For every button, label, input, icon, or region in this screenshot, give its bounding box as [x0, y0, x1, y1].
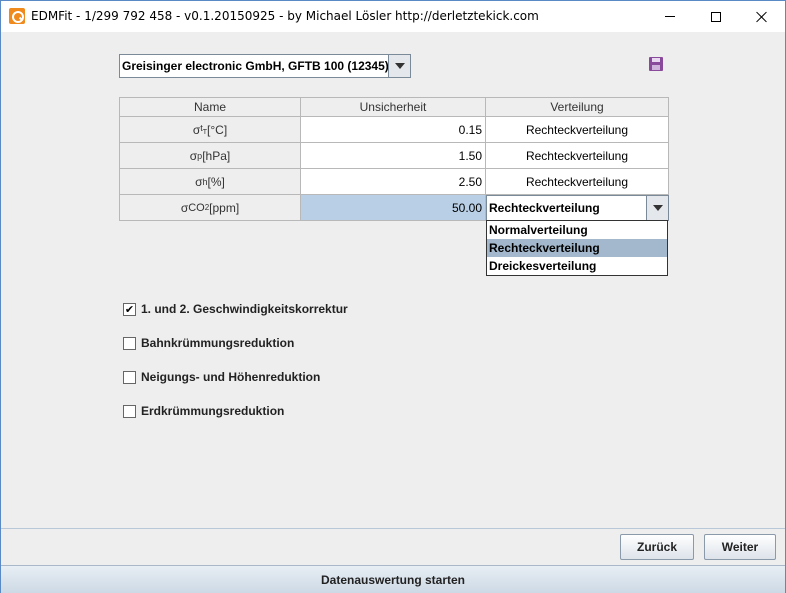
column-header-name[interactable]: Name — [119, 97, 301, 117]
sigma-symbol: σ — [189, 148, 198, 163]
option-label: 1. und 2. Geschwindigkeitskorrektur — [141, 302, 348, 316]
window-title: EDMFit - 1/299 792 458 - v0.1.20150925 -… — [31, 9, 539, 23]
button-panel: Zurück Weiter — [1, 528, 785, 565]
app-window: EDMFit - 1/299 792 458 - v0.1.20150925 -… — [0, 0, 786, 593]
table-header: Name Unsicherheit Verteilung — [119, 97, 669, 117]
option-path-curvature[interactable]: Bahnkrümmungsreduktion — [123, 335, 294, 351]
column-header-uncertainty[interactable]: Unsicherheit — [301, 97, 486, 117]
chevron-down-icon — [652, 205, 663, 211]
title-bar[interactable]: EDMFit - 1/299 792 458 - v0.1.20150925 -… — [1, 1, 785, 32]
gas-label: CO — [188, 201, 205, 214]
edmfit-app-icon — [9, 8, 25, 24]
dropdown-option-normal[interactable]: Normalverteilung — [487, 221, 667, 239]
unit-text: [ppm] — [209, 200, 240, 215]
minimize-button[interactable] — [647, 1, 693, 32]
checkbox[interactable] — [123, 336, 136, 350]
device-select-value: Greisinger electronic GmbH, GFTB 100 (12… — [122, 59, 389, 73]
table-row-selected[interactable]: σ CO 2 [ppm] 50.00 Rechteckverteilung — [119, 195, 669, 221]
distribution-combo-arrow[interactable] — [646, 196, 668, 220]
distribution-cell[interactable]: Rechteckverteilung — [486, 143, 669, 169]
checkbox-checked[interactable]: ✔ — [123, 302, 136, 316]
uncertainty-cell[interactable]: 2.50 — [301, 169, 486, 195]
uncertainty-table: Name Unsicherheit Verteilung σ tT [°C] 0.… — [119, 97, 669, 221]
unit-text: [°C] — [207, 122, 228, 137]
option-label: Neigungs- und Höhenreduktion — [141, 370, 321, 384]
checkbox[interactable] — [123, 404, 136, 418]
table-row[interactable]: σ tT [°C] 0.15 Rechteckverteilung — [119, 117, 669, 143]
sigma-symbol: σ — [192, 122, 201, 137]
maximize-button[interactable] — [693, 1, 739, 32]
option-label: Bahnkrümmungsreduktion — [141, 336, 295, 350]
distribution-combo[interactable]: Rechteckverteilung — [486, 195, 669, 221]
close-button[interactable] — [739, 1, 785, 32]
option-velocity-correction[interactable]: ✔ 1. und 2. Geschwindigkeitskorrektur — [123, 301, 348, 317]
row-name-cell: σh [%] — [119, 169, 301, 195]
option-label: Erdkrümmungsreduktion — [141, 404, 285, 418]
dropdown-option-rechteck[interactable]: Rechteckverteilung — [487, 239, 667, 257]
device-select[interactable]: Greisinger electronic GmbH, GFTB 100 (12… — [119, 54, 411, 78]
option-slope-height[interactable]: Neigungs- und Höhenreduktion — [123, 369, 320, 385]
device-select-arrow[interactable] — [388, 55, 410, 77]
back-button[interactable]: Zurück — [620, 534, 694, 560]
maximize-icon — [711, 11, 721, 22]
table-row[interactable]: σp [hPa] 1.50 Rechteckverteilung — [119, 143, 669, 169]
uncertainty-cell[interactable]: 50.00 — [301, 195, 486, 221]
table-row[interactable]: σh [%] 2.50 Rechteckverteilung — [119, 169, 669, 195]
next-button[interactable]: Weiter — [704, 534, 776, 560]
sigma-symbol: σ — [195, 174, 203, 189]
unit-text: [%] — [207, 174, 225, 189]
option-earth-curvature[interactable]: Erdkrümmungsreduktion — [123, 403, 284, 419]
unit-text: [hPa] — [202, 148, 231, 163]
uncertainty-cell[interactable]: 1.50 — [301, 143, 486, 169]
main-content: Greisinger electronic GmbH, GFTB 100 (12… — [1, 32, 785, 528]
row-name-cell: σ CO 2 [ppm] — [119, 195, 301, 221]
save-icon[interactable] — [649, 57, 663, 71]
chevron-down-icon — [394, 63, 405, 69]
row-name-cell: σp [hPa] — [119, 143, 301, 169]
sigma-symbol: σ — [180, 200, 189, 215]
uncertainty-cell[interactable]: 0.15 — [301, 117, 486, 143]
checkbox[interactable] — [123, 370, 136, 384]
distribution-dropdown-list: Normalverteilung Rechteckverteilung Drei… — [486, 220, 668, 276]
subscript: tT — [200, 123, 207, 136]
distribution-cell[interactable]: Rechteckverteilung — [486, 117, 669, 143]
row-name-cell: σ tT [°C] — [119, 117, 301, 143]
minimize-icon — [665, 16, 675, 17]
distribution-combo-value: Rechteckverteilung — [489, 201, 600, 215]
close-icon — [756, 11, 768, 23]
dropdown-option-dreieck[interactable]: Dreickesverteilung — [487, 257, 667, 275]
start-analysis-button[interactable]: Datenauswertung starten — [1, 565, 785, 593]
column-header-distribution[interactable]: Verteilung — [486, 97, 669, 117]
distribution-cell[interactable]: Rechteckverteilung — [486, 169, 669, 195]
